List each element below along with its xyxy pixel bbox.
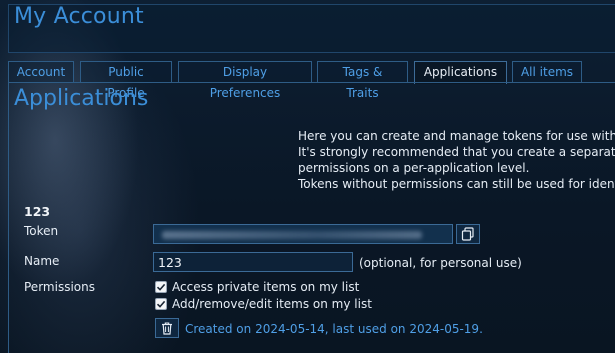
token-field[interactable] — [153, 224, 453, 244]
section-title: Applications — [14, 86, 149, 111]
tab-tags-traits[interactable]: Tags & Traits — [317, 61, 408, 100]
delete-token-button[interactable] — [155, 318, 179, 338]
token-label: Token — [24, 224, 59, 238]
intro-line-1: Here you can create and manage tokens fo… — [298, 128, 615, 144]
permission-access-private-checkbox[interactable] — [155, 281, 167, 293]
permission-edit-list: Add/remove/edit items on my list — [155, 297, 372, 311]
name-label: Name — [24, 254, 60, 268]
token-value-blurred — [162, 231, 422, 239]
tab-bar: Account Public Profile Display Preferenc… — [8, 61, 615, 100]
intro-line-1-text: Here you can create and manage tokens fo… — [298, 129, 615, 143]
token-usage-info: Created on 2024-05-14, last used on 2024… — [185, 322, 483, 336]
permission-edit-list-label: Add/remove/edit items on my list — [172, 297, 372, 311]
permissions-label: Permissions — [24, 280, 95, 294]
permission-edit-list-checkbox[interactable] — [155, 298, 167, 310]
tab-public-profile[interactable]: Public Profile — [80, 61, 172, 100]
check-icon — [156, 300, 166, 308]
page-title: My Account — [14, 4, 144, 29]
tab-all-items[interactable]: All items — [512, 61, 582, 82]
intro-line-2: It's strongly recommended that you creat… — [298, 145, 615, 159]
intro-line-3: permissions on a per-application level. — [298, 161, 530, 175]
trash-icon — [162, 321, 172, 335]
name-hint: (optional, for personal use) — [359, 256, 522, 270]
permission-access-private: Access private items on my list — [155, 280, 359, 294]
copy-token-button[interactable] — [456, 224, 480, 244]
intro-line-4: Tokens without permissions can still be … — [298, 177, 615, 191]
permission-access-private-label: Access private items on my list — [172, 280, 360, 294]
content-panel — [8, 83, 615, 353]
tab-display-preferences[interactable]: Display Preferences — [178, 61, 312, 100]
token-name-heading: 123 — [24, 204, 51, 219]
intro-text: Here you can create and manage tokens fo… — [298, 128, 615, 192]
tab-account[interactable]: Account — [8, 61, 74, 82]
check-icon — [156, 283, 166, 291]
tab-applications[interactable]: Applications — [414, 61, 507, 84]
copy-icon — [461, 227, 474, 241]
name-input[interactable] — [153, 252, 353, 272]
